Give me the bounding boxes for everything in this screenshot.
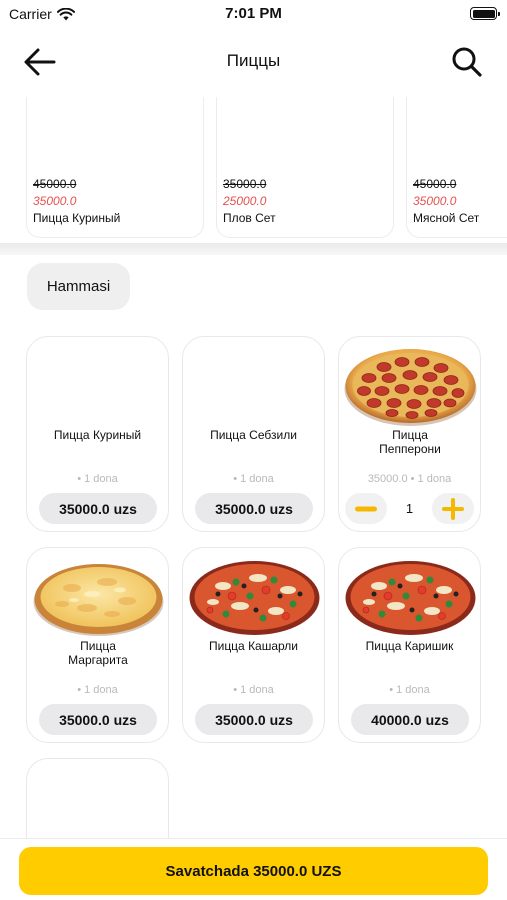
featured-card[interactable]: 45000.0 35000.0 Мясной Сет <box>406 97 507 238</box>
featured-carousel[interactable]: 45000.0 35000.0 Пицца Куриный 35000.0 25… <box>0 97 507 239</box>
old-price: 35000.0 <box>223 177 267 191</box>
product-unit: • 1 dona <box>77 473 118 485</box>
price-button[interactable]: 35000.0 uzs <box>39 704 157 735</box>
price-button[interactable]: 40000.0 uzs <box>351 704 469 735</box>
featured-name: Плов Сет <box>223 211 276 225</box>
product-name: Пицца Каришик <box>365 639 454 653</box>
product-unit: • 1 dona <box>77 684 118 696</box>
cheese-pizza-image <box>33 564 164 636</box>
product-unit: • 1 dona <box>389 684 430 696</box>
featured-card[interactable]: 35000.0 25000.0 Плов Сет <box>216 97 394 238</box>
minus-icon <box>355 506 377 511</box>
product-unit: • 1 dona <box>233 684 274 696</box>
pepperoni-pizza-image <box>344 349 477 426</box>
product-card[interactable]: Пицца Куриный • 1 dona 35000.0 uzs <box>26 336 169 532</box>
section-divider <box>0 243 507 255</box>
category-chip-all[interactable]: Hammasi <box>27 263 130 310</box>
product-card[interactable]: Пицца Маргарита • 1 dona 35000.0 uzs <box>26 547 169 743</box>
cart-button[interactable]: Savatchada 35000.0 UZS <box>19 847 488 895</box>
product-name: Пицца Кашарли <box>208 639 298 653</box>
plus-icon <box>441 497 464 520</box>
quantity-stepper: 1 <box>345 493 474 524</box>
product-card[interactable]: Пицца Пепперони 35000.0 • 1 dona 1 <box>338 336 481 532</box>
search-button[interactable] <box>447 42 487 82</box>
nav-bar: Пиццы <box>0 28 507 94</box>
quantity-value: 1 <box>405 501 414 516</box>
search-icon <box>452 47 482 77</box>
vegetable-pizza-image <box>345 561 476 635</box>
price-button[interactable]: 35000.0 uzs <box>195 704 313 735</box>
product-card[interactable]: Пицца Кашарли • 1 dona 35000.0 uzs <box>182 547 325 743</box>
price-button[interactable]: 35000.0 uzs <box>195 493 313 524</box>
product-card[interactable]: Пицца Себзили • 1 dona 35000.0 uzs <box>182 336 325 532</box>
price-button[interactable]: 35000.0 uzs <box>39 493 157 524</box>
product-card[interactable]: Пицца Каришик • 1 dona 40000.0 uzs <box>338 547 481 743</box>
status-time: 7:01 PM <box>225 5 282 22</box>
battery-icon <box>470 7 500 20</box>
old-price: 45000.0 <box>33 177 77 191</box>
product-name: Пицца Пепперони <box>379 428 441 456</box>
bottom-bar: Savatchada 35000.0 UZS <box>0 838 507 900</box>
sale-price: 35000.0 <box>33 194 77 208</box>
sale-price: 25000.0 <box>223 194 267 208</box>
featured-card[interactable]: 45000.0 35000.0 Пицца Куриный <box>26 97 204 238</box>
product-name: Пицца Куриный <box>53 428 142 442</box>
product-unit: • 1 dona <box>233 473 274 485</box>
increase-button[interactable] <box>431 493 474 524</box>
sale-price: 35000.0 <box>413 194 457 208</box>
status-bar: Carrier 7:01 PM <box>0 0 507 28</box>
decrease-button[interactable] <box>345 493 387 524</box>
old-price: 45000.0 <box>413 177 457 191</box>
product-name: Пицца Маргарита <box>68 639 128 667</box>
featured-name: Мясной Сет <box>413 211 480 225</box>
featured-name: Пицца Куриный <box>33 211 121 225</box>
product-name: Пицца Себзили <box>210 428 297 442</box>
page-title: Пиццы <box>226 51 281 70</box>
vegetable-pizza-image <box>189 561 320 635</box>
product-unit: 35000.0 • 1 dona <box>367 473 452 485</box>
